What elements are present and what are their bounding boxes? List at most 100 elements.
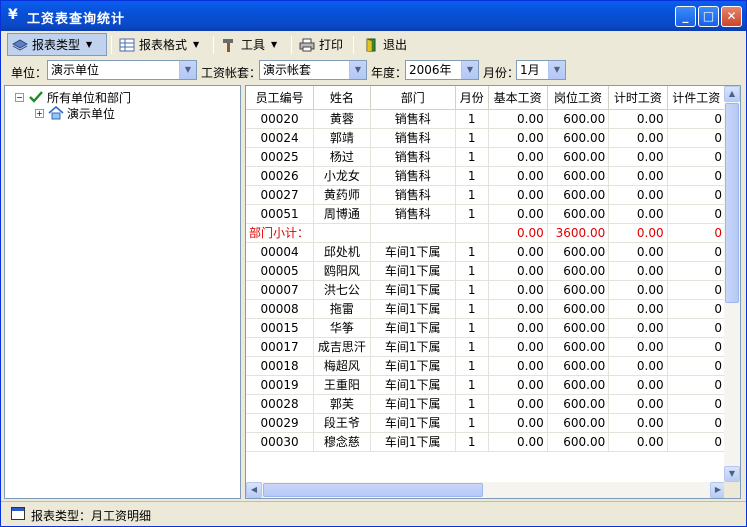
table-row[interactable]: 00017 成吉思汗 车间1下属 1 0.00 600.00 0.00 0 [246,337,726,357]
vertical-scrollbar[interactable]: ▲ ▼ [724,86,740,482]
table-cell: 成吉思汗 [313,337,371,357]
scroll-down-icon[interactable]: ▼ [724,466,740,482]
horizontal-scrollbar[interactable]: ◀ ▶ [246,482,726,498]
column-header[interactable]: 岗位工资 [547,86,610,110]
report-format-button[interactable]: 报表格式 ▼ [115,33,211,56]
table-header-row: 员工编号 姓名 部门 月份 基本工资 岗位工资 计时工资 计件工资 [246,86,726,110]
table-cell: 洪七公 [313,280,371,300]
exit-button[interactable]: 退出 [359,33,413,56]
table-cell: 黄蓉 [313,109,371,129]
table-row[interactable]: 00027 黄药师 销售科 1 0.00 600.00 0.00 0 [246,185,726,205]
table-cell: 600.00 [547,280,610,300]
year-select[interactable]: 2006年 ▼ [405,60,479,80]
minimize-button[interactable]: _ [675,6,696,27]
tools-button[interactable]: 工具 ▼ [217,33,289,56]
table-cell: 00025 [246,147,315,167]
table-row[interactable]: 00007 洪七公 车间1下属 1 0.00 600.00 0.00 0 [246,280,726,300]
column-header[interactable]: 部门 [370,86,456,110]
table-cell: 0 [667,337,726,357]
table-row[interactable]: 00051 周博通 销售科 1 0.00 600.00 0.00 0 [246,204,726,224]
table-cell: 销售科 [370,185,456,205]
table-row[interactable]: 00008 拖雷 车间1下属 1 0.00 600.00 0.00 0 [246,299,726,319]
table-cell: 00028 [246,394,315,414]
horizontal-scroll-thumb[interactable] [263,483,483,497]
table-cell: 00018 [246,356,315,376]
collapse-icon[interactable]: − [15,92,24,102]
table-cell: 600.00 [547,166,610,186]
table-cell: 00051 [246,204,315,224]
table-row[interactable]: 00004 邱处机 车间1下属 1 0.00 600.00 0.00 0 [246,242,726,262]
exit-label: 退出 [383,38,408,52]
table-cell: 600.00 [547,375,610,395]
chevron-down-icon[interactable]: ▼ [86,40,92,49]
table-cell: 00020 [246,109,315,129]
expand-icon[interactable]: + [35,108,44,118]
chevron-down-icon[interactable]: ▼ [193,40,199,49]
table-row[interactable]: 00005 鸥阳风 车间1下属 1 0.00 600.00 0.00 0 [246,261,726,281]
table-cell: 600.00 [547,337,610,357]
table-cell: 0 [667,242,726,262]
table-row[interactable]: 00018 梅超风 车间1下属 1 0.00 600.00 0.00 0 [246,356,726,376]
table-cell: 600.00 [547,318,610,338]
table-row[interactable]: 00019 王重阳 车间1下属 1 0.00 600.00 0.00 0 [246,375,726,395]
table-cell: 车间1下属 [370,318,456,338]
account-select[interactable]: 演示帐套 ▼ [259,60,367,80]
table-row[interactable]: 00028 郭芙 车间1下属 1 0.00 600.00 0.00 0 [246,394,726,414]
exit-door-icon [366,38,376,52]
status-text: 报表类型：月工资明细 [31,509,152,523]
scroll-left-icon[interactable]: ◀ [246,482,262,498]
month-select[interactable]: 1月 ▼ [516,60,566,80]
window-icon [11,507,25,520]
unit-label: 单位： [11,66,48,80]
table-cell: 00005 [246,261,315,281]
table-cell: 0 [667,318,726,338]
print-button[interactable]: 打印 [295,33,351,56]
subtotal-row[interactable]: 部门小计： 0.00 3600.00 0.00 0 [246,223,726,243]
chevron-down-icon[interactable]: ▼ [349,61,366,79]
table-cell: 0 [667,432,726,452]
chevron-down-icon[interactable]: ▼ [271,40,277,49]
table-cell: 0 [667,394,726,414]
column-header[interactable]: 计件工资 [667,86,726,110]
table-cell: 00004 [246,242,315,262]
chevron-down-icon[interactable]: ▼ [548,61,565,79]
unit-select[interactable]: 演示单位 ▼ [47,60,197,80]
chevron-down-icon[interactable]: ▼ [461,61,478,79]
tree-item-demo-unit[interactable]: + 演示单位 [35,105,115,121]
table-row[interactable]: 00029 段王爷 车间1下属 1 0.00 600.00 0.00 0 [246,413,726,433]
printer-icon [299,38,315,51]
window-title: 工资表查询统计 [27,12,126,27]
title-bar[interactable]: ¥ 工资表查询统计 _ □ ✕ [1,1,746,31]
table-row[interactable]: 00026 小龙女 销售科 1 0.00 600.00 0.00 0 [246,166,726,186]
close-button[interactable]: ✕ [721,6,742,27]
vertical-scroll-thumb[interactable] [725,103,739,303]
column-header[interactable]: 月份 [455,86,489,110]
report-type-button[interactable]: 报表类型 ▼ [7,33,107,56]
table-cell: 销售科 [370,109,456,129]
table-cell: 0.00 [608,109,668,129]
scroll-up-icon[interactable]: ▲ [724,86,740,102]
column-header[interactable]: 基本工资 [488,86,548,110]
table-cell: 1 [455,432,489,452]
table-row[interactable]: 00024 郭靖 销售科 1 0.00 600.00 0.00 0 [246,128,726,148]
table-cell: 600.00 [547,242,610,262]
table-cell: 黄药师 [313,185,371,205]
month-select-value: 1月 [520,63,540,77]
table-cell: 00027 [246,185,315,205]
table-row[interactable]: 00025 杨过 销售科 1 0.00 600.00 0.00 0 [246,147,726,167]
table-row[interactable]: 00030 穆念慈 车间1下属 1 0.00 600.00 0.00 0 [246,432,726,452]
table-cell: 0 [667,413,726,433]
column-header[interactable]: 计时工资 [608,86,668,110]
year-select-value: 2006年 [409,63,452,77]
maximize-button[interactable]: □ [698,6,719,27]
table-row[interactable]: 00020 黄蓉 销售科 1 0.00 600.00 0.00 0 [246,109,726,129]
column-header[interactable]: 姓名 [313,86,371,110]
column-header[interactable]: 员工编号 [246,86,315,110]
tree-root[interactable]: − 所有单位和部门 [15,89,131,105]
table-cell: 1 [455,242,489,262]
chevron-down-icon[interactable]: ▼ [179,61,196,79]
table-row[interactable]: 00015 华筝 车间1下属 1 0.00 600.00 0.00 0 [246,318,726,338]
table-cell: 0 [667,109,726,129]
table-cell: 0.00 [608,204,668,224]
table-cell: 销售科 [370,204,456,224]
